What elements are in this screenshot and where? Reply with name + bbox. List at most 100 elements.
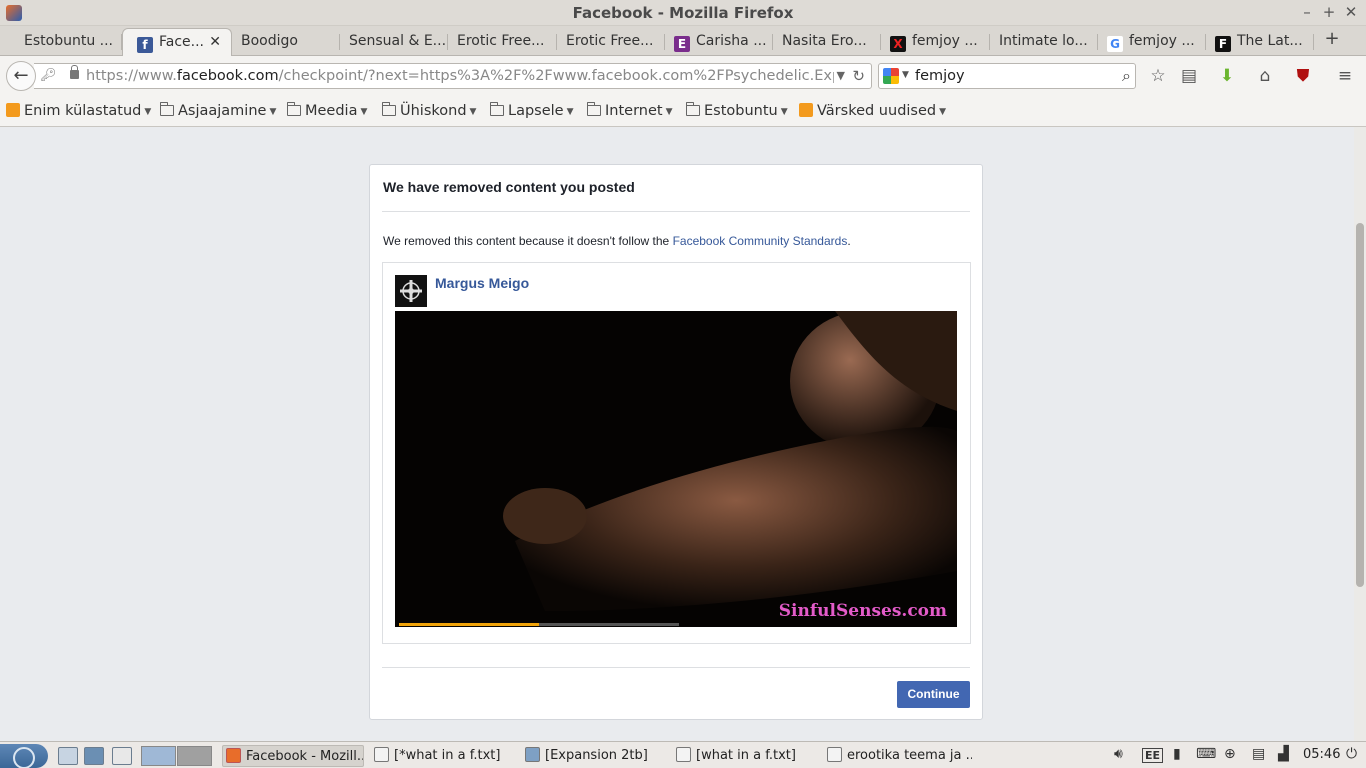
- folder-icon: [686, 102, 700, 116]
- post-author-link[interactable]: Margus Meigo: [435, 275, 529, 291]
- chevron-down-icon[interactable]: ▼: [902, 70, 909, 80]
- task-text-editor[interactable]: [what in a f.txt]: [676, 747, 818, 763]
- keyboard-layout-indicator[interactable]: EE: [1142, 748, 1164, 763]
- search-input[interactable]: femjoy: [915, 68, 965, 84]
- new-tab-button[interactable]: +: [1322, 28, 1342, 49]
- removal-message: We removed this content because it doesn…: [383, 234, 851, 248]
- url-bar[interactable]: 🔑︎ https://www.facebook.com/checkpoint/?…: [34, 63, 872, 89]
- continue-button[interactable]: Continue: [897, 681, 970, 708]
- home-icon[interactable]: ⌂: [1253, 64, 1277, 88]
- tab-label: Sensual & E...: [349, 33, 447, 49]
- video-progress-bar[interactable]: [399, 623, 679, 626]
- scrollbar-thumb[interactable]: [1356, 223, 1364, 587]
- settings-icon[interactable]: [84, 747, 104, 765]
- clock: 05:46: [1303, 747, 1341, 762]
- battery-icon[interactable]: ▮: [1173, 746, 1181, 762]
- divider: [382, 211, 970, 212]
- file-manager-icon[interactable]: [58, 747, 78, 765]
- power-icon[interactable]: ⏻: [1346, 746, 1357, 762]
- terminal-icon[interactable]: [112, 747, 132, 765]
- window-titlebar: Facebook - Mozilla Firefox – + ✕: [0, 0, 1366, 26]
- tab-sensual[interactable]: Sensual & E...: [340, 28, 448, 56]
- post-video[interactable]: SinfulSenses.com: [395, 311, 957, 627]
- bookmark-folder[interactable]: Ühiskond ▼: [382, 102, 476, 119]
- identity-key-icon[interactable]: 🔑︎: [40, 68, 57, 83]
- url-text[interactable]: https://www.facebook.com/checkpoint/?nex…: [86, 68, 834, 84]
- bookmark-folder[interactable]: Meedia ▼: [287, 102, 367, 119]
- workspace-1[interactable]: [141, 746, 176, 766]
- divider: [382, 667, 970, 668]
- tab-strip: Estobuntu ... f Face... ✕ Boodigo Sensual…: [0, 26, 1366, 56]
- close-window-button[interactable]: ✕: [1342, 3, 1360, 21]
- site-icon: E: [674, 36, 690, 52]
- bookmark-star-icon[interactable]: ☆: [1146, 64, 1170, 88]
- bookmark-folder[interactable]: Asjaajamine ▼: [160, 102, 276, 119]
- folder-icon: [160, 102, 174, 116]
- close-tab-icon[interactable]: ✕: [209, 34, 221, 50]
- folder-icon: [287, 102, 301, 116]
- tab-carisha[interactable]: E Carisha ...: [665, 28, 773, 56]
- workspace-2[interactable]: [177, 746, 212, 766]
- f-icon: F: [1215, 36, 1231, 52]
- folder-icon: [490, 102, 504, 116]
- bookmark-folder[interactable]: Internet ▼: [587, 102, 673, 119]
- removed-post: Margus Meigo SinfulSenses.com: [382, 262, 971, 644]
- notes-icon[interactable]: ▤: [1252, 746, 1265, 762]
- task-firefox[interactable]: Facebook - Mozill...: [222, 745, 364, 767]
- facebook-icon: f: [137, 37, 153, 53]
- maximize-button[interactable]: +: [1320, 3, 1338, 21]
- rss-icon: [6, 103, 20, 117]
- history-dropdown-icon[interactable]: ▼: [837, 69, 845, 82]
- tab-femjoy-2[interactable]: Gfemjoy ...: [1098, 28, 1206, 56]
- tab-estobuntu[interactable]: Estobuntu ...: [10, 28, 122, 56]
- volume-icon[interactable]: 🔊︎: [1114, 746, 1123, 762]
- rss-icon: [799, 103, 813, 117]
- tab-label: Nasita Ero...: [782, 33, 867, 49]
- bookmark-folder[interactable]: Estobuntu ▼: [686, 102, 788, 119]
- community-standards-link[interactable]: Facebook Community Standards: [673, 234, 848, 248]
- updates-icon[interactable]: ⊕: [1224, 746, 1236, 762]
- tab-the-latest[interactable]: F The Lat...: [1206, 28, 1314, 56]
- tab-label: Estobuntu ...: [24, 33, 113, 49]
- content-removed-dialog: We have removed content you posted We re…: [369, 164, 983, 720]
- tab-label: Intimate lo...: [999, 33, 1088, 49]
- reading-list-icon[interactable]: ▤: [1177, 64, 1201, 88]
- tab-facebook[interactable]: f Face... ✕: [122, 28, 232, 56]
- start-menu-button[interactable]: [0, 744, 48, 768]
- watermark-text: SinfulSenses.com: [778, 601, 947, 621]
- task-text-editor[interactable]: [*what in a f.txt]: [374, 747, 516, 763]
- reload-icon[interactable]: ↻: [852, 67, 865, 85]
- network-signal-icon[interactable]: ▟: [1278, 746, 1289, 762]
- google-icon: G: [1107, 36, 1123, 52]
- system-taskbar: Facebook - Mozill... [*what in a f.txt] …: [0, 741, 1366, 768]
- minimize-button[interactable]: –: [1298, 3, 1316, 21]
- tab-label: Boodigo: [241, 33, 298, 49]
- window-title: Facebook - Mozilla Firefox: [572, 4, 794, 22]
- tab-nasita[interactable]: Nasita Ero...: [773, 28, 881, 56]
- tab-erotic-free-1[interactable]: Erotic Free...: [448, 28, 557, 56]
- bookmark-folder[interactable]: Lapsele ▼: [490, 102, 574, 119]
- search-bar[interactable]: ▼ femjoy ⌕: [878, 63, 1136, 89]
- avatar[interactable]: [395, 275, 427, 307]
- keyboard-icon[interactable]: ⌨: [1196, 746, 1216, 762]
- ublock-icon[interactable]: ⛊: [1291, 64, 1315, 88]
- tab-label: The Lat...: [1237, 33, 1303, 49]
- tab-boodigo[interactable]: Boodigo: [232, 28, 340, 56]
- search-icon[interactable]: ⌕: [1122, 66, 1131, 86]
- download-icon[interactable]: ⬇: [1215, 64, 1239, 88]
- task-document[interactable]: erootika teema ja ...: [827, 747, 972, 763]
- tab-erotic-free-2[interactable]: Erotic Free...: [557, 28, 665, 56]
- vertical-scrollbar[interactable]: [1354, 127, 1366, 741]
- folder-icon: [382, 102, 396, 116]
- video-frame: [395, 311, 957, 627]
- task-folder[interactable]: [Expansion 2tb]: [525, 747, 667, 763]
- bookmark-most-visited[interactable]: Enim külastatud ▼: [6, 103, 151, 119]
- google-icon[interactable]: [883, 68, 899, 84]
- back-button[interactable]: ←: [6, 61, 36, 91]
- tab-intimate[interactable]: Intimate lo...: [990, 28, 1098, 56]
- tab-femjoy-1[interactable]: Xfemjoy ...: [881, 28, 990, 56]
- tab-label: femjoy ...: [912, 33, 978, 49]
- bookmarks-toolbar: Enim külastatud ▼ Asjaajamine ▼ Meedia ▼ Üh…: [0, 96, 1366, 127]
- bookmark-latest-news[interactable]: Värsked uudised ▼: [799, 103, 946, 119]
- menu-icon[interactable]: ≡: [1333, 64, 1357, 88]
